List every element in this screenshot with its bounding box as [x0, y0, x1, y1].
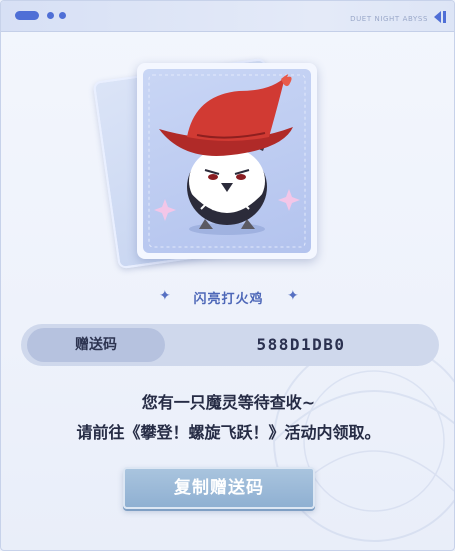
gift-code-value[interactable]: 588D1DB0: [201, 324, 401, 366]
pet-card-stack: [92, 57, 325, 270]
four-point-star-icon: ✦: [287, 288, 299, 304]
gift-dialog: DUET NIGHT ABYSS ✦ 闪亮打火鸡 ✦ 赠送码 588D1DB0 …: [0, 0, 455, 551]
title-bar: DUET NIGHT ABYSS: [1, 1, 454, 32]
gift-code-row: 赠送码 588D1DB0: [21, 324, 439, 366]
pet-card-art: [143, 69, 311, 253]
message-line-1: 您有一只魔灵等待查收~: [141, 393, 316, 412]
pet-name: 闪亮打火鸡: [193, 292, 264, 307]
message-line-2: 请前往《攀登！螺旋飞跃！》活动内领取。: [76, 423, 381, 442]
status-dot-icon: [47, 12, 54, 19]
status-dot-icon: [59, 12, 66, 19]
chevron-left-icon[interactable]: [432, 10, 448, 24]
brand-text: DUET NIGHT ABYSS: [350, 15, 428, 23]
copy-code-button[interactable]: 复制赠送码: [123, 467, 315, 509]
pet-card: [137, 63, 317, 259]
status-pill-icon: [15, 11, 39, 20]
chicken-with-red-witch-hat-icon: [148, 74, 306, 248]
pet-name-row: ✦ 闪亮打火鸡 ✦: [1, 285, 454, 309]
gift-code-label: 赠送码: [27, 328, 165, 362]
